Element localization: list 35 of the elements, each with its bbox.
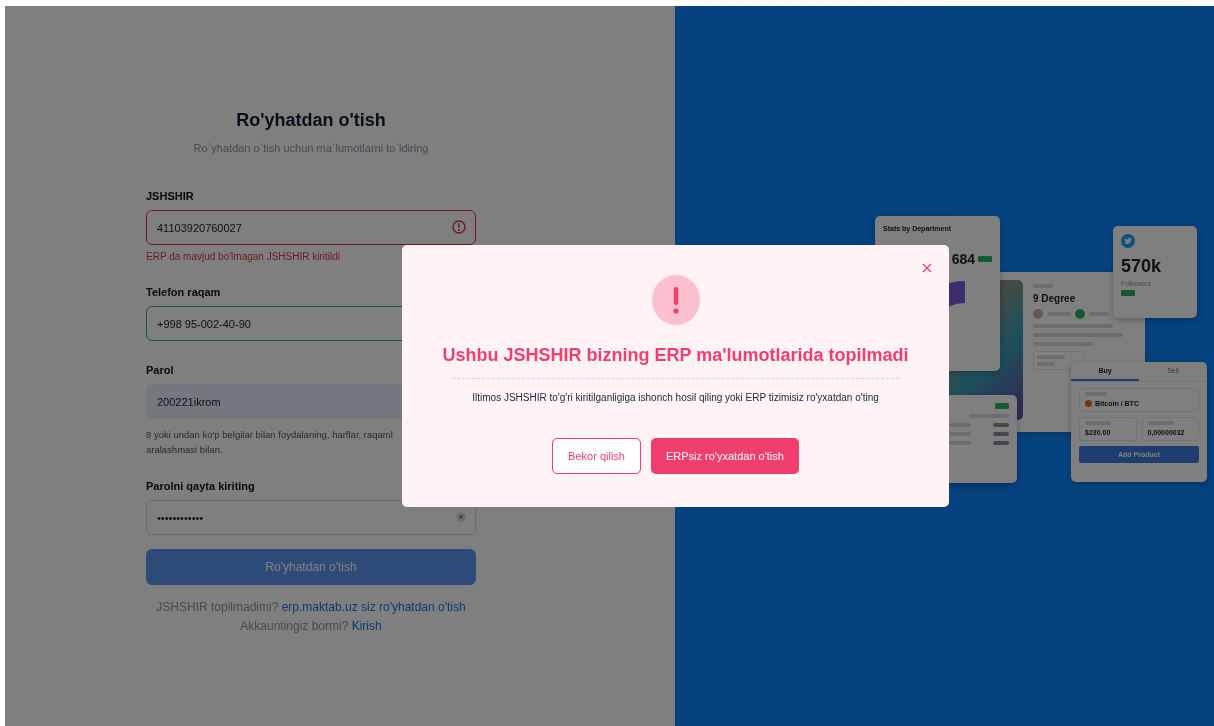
close-icon[interactable]	[922, 263, 932, 273]
change-badge	[978, 256, 992, 262]
footer-text: Akkauntingiz bormi? Kirish	[239, 619, 383, 634]
alert-icon	[452, 220, 466, 234]
password-field[interactable]: ••••••••••••	[146, 500, 476, 535]
hint-text: 8 yoki undan ko'p belgilar bilan foydalaning, harflar, raqaml	[146, 428, 394, 442]
footer-text: JSHSHIR topilmadimi? erp.maktab.uz siz ro'yhatdan o'tish	[155, 600, 467, 615]
placeholder-line	[993, 423, 1009, 427]
avatar	[1033, 309, 1043, 319]
hint-text: aralashmasi bilan.	[146, 443, 224, 457]
stat-value: 570k	[1121, 256, 1162, 277]
coin-icon	[1085, 400, 1092, 407]
money-icon	[1075, 309, 1085, 319]
modal-title: Ushbu JSHSHIR bizning ERP ma'lumotlarida topilmadi	[442, 345, 909, 366]
input-field[interactable]: 41103920760027	[146, 210, 476, 245]
change-badge	[1121, 290, 1135, 296]
eye-icon	[456, 512, 466, 522]
field-label: JSHSHIR	[146, 189, 195, 203]
bird-icon	[1121, 234, 1135, 248]
field-label: Telefon raqam	[146, 285, 222, 299]
form-subtitle: Ro`yhatdan o`tish uchun ma`lumotlarni to`ldiring	[192, 142, 430, 155]
change-badge	[995, 403, 1009, 409]
placeholder-line	[993, 432, 1009, 436]
placeholder-line	[993, 441, 1009, 445]
link[interactable]: erp.maktab.uz siz ro'yhatdan o'tish	[281, 600, 466, 614]
confirm-button[interactable]: ERPsiz ro'yxatdan o'tish	[650, 438, 799, 474]
link[interactable]: Kirish	[351, 619, 382, 633]
form-title: Ro'yhatdan o'tish	[235, 110, 387, 131]
exclamation-icon	[651, 275, 700, 325]
cancel-button[interactable]: Bekor qilish	[552, 438, 641, 474]
field-label: Parolni qayta kiriting	[146, 479, 256, 493]
card-title: 9 Degree	[1033, 293, 1077, 304]
error-message: ERP da mavjud bo'lmagan JSHSHIR kiritildi	[146, 251, 342, 263]
stat-value: 684	[951, 251, 975, 267]
field-label: Parol	[146, 363, 175, 377]
